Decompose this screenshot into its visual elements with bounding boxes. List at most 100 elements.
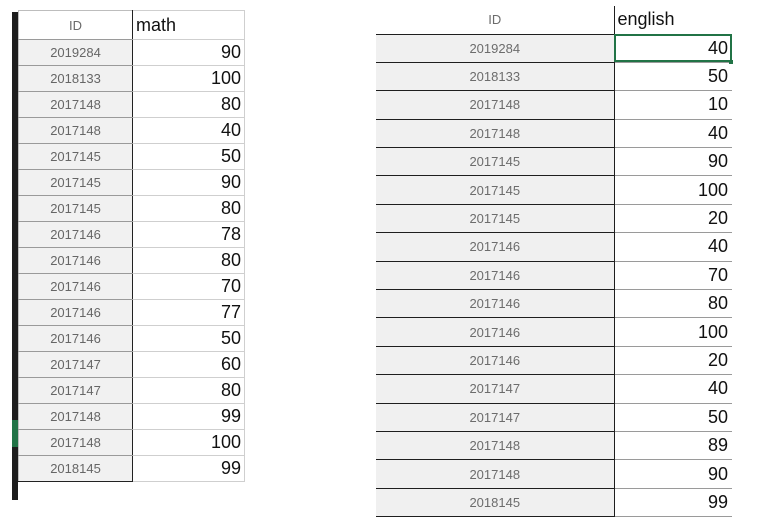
table-row: 2018145 99: [376, 488, 732, 518]
id-cell[interactable]: 2017148: [18, 91, 133, 118]
id-cell[interactable]: 2017146: [376, 232, 615, 262]
table-row: 2017146 70: [18, 273, 245, 300]
score-cell[interactable]: 20: [614, 204, 732, 234]
table-row: 2019284 90: [18, 39, 245, 66]
id-cell[interactable]: 2017146: [18, 325, 133, 352]
table-row: 2017147 80: [18, 377, 245, 404]
score-cell[interactable]: 40: [132, 117, 245, 144]
id-cell[interactable]: 2017148: [376, 90, 615, 120]
score-cell[interactable]: 70: [132, 273, 245, 300]
score-cell[interactable]: 99: [614, 488, 732, 518]
english-table: ID english 2019284 40 2018133 50 2017148 10 20…: [376, 6, 733, 518]
id-cell[interactable]: 2017146: [376, 261, 615, 291]
id-cell[interactable]: 2017147: [18, 377, 133, 404]
score-cell[interactable]: 99: [132, 455, 245, 482]
math-table: ID math 2019284 90 2018133 100 2017148 80 2017…: [18, 10, 245, 482]
score-cell[interactable]: 90: [132, 39, 245, 66]
id-cell[interactable]: 2017145: [376, 147, 615, 177]
score-cell[interactable]: 60: [132, 351, 245, 378]
id-cell[interactable]: 2017148: [376, 431, 615, 461]
table-row: 2017145 100: [376, 175, 732, 205]
math-value-header[interactable]: math: [132, 10, 245, 40]
score-cell[interactable]: 90: [132, 169, 245, 196]
id-cell[interactable]: 2017146: [18, 221, 133, 248]
score-cell[interactable]: 40: [614, 119, 732, 149]
score-cell[interactable]: 40: [614, 232, 732, 262]
id-cell[interactable]: 2017147: [18, 351, 133, 378]
table-row: 2017148 10: [376, 90, 732, 120]
table-row: 2017145 80: [18, 195, 245, 222]
table-row: 2018145 99: [18, 455, 245, 482]
score-cell[interactable]: 100: [132, 65, 245, 92]
table-row: 2017146 70: [376, 261, 732, 291]
id-cell[interactable]: 2017146: [18, 299, 133, 326]
score-cell[interactable]: 40: [614, 374, 732, 404]
score-cell[interactable]: 50: [132, 325, 245, 352]
score-cell[interactable]: 10: [614, 90, 732, 120]
id-cell[interactable]: 2017148: [18, 117, 133, 144]
table-row: 2017147 50: [376, 403, 732, 432]
score-cell[interactable]: 100: [614, 317, 732, 347]
score-cell[interactable]: 89: [614, 431, 732, 461]
score-cell[interactable]: 80: [132, 377, 245, 404]
table-row: 2017146 78: [18, 221, 245, 248]
score-cell[interactable]: 50: [614, 403, 732, 432]
table-row: 2017146 50: [18, 325, 245, 352]
score-cell[interactable]: 100: [132, 429, 245, 456]
id-cell[interactable]: 2018133: [18, 65, 133, 92]
table-row: 2017146 80: [376, 289, 732, 319]
id-cell[interactable]: 2017147: [376, 403, 615, 432]
score-cell[interactable]: 100: [614, 175, 732, 205]
id-cell[interactable]: 2017148: [18, 403, 133, 430]
selected-score-cell[interactable]: 40: [614, 34, 733, 64]
id-cell[interactable]: 2017145: [376, 175, 615, 205]
id-cell[interactable]: 2017146: [18, 273, 133, 300]
table-row: 2017148 100: [18, 429, 245, 456]
id-cell[interactable]: 2017145: [18, 195, 133, 222]
english-sheet: ID english 2019284 40 2018133 50 2017148 10 20…: [376, 6, 736, 518]
score-cell[interactable]: 80: [614, 289, 732, 319]
table-row: 2017147 40: [376, 374, 732, 404]
id-cell[interactable]: 2019284: [376, 34, 615, 63]
id-cell[interactable]: 2018145: [376, 488, 615, 518]
score-cell[interactable]: 20: [614, 346, 732, 376]
score-cell[interactable]: 50: [614, 62, 732, 92]
score-cell[interactable]: 70: [614, 261, 732, 291]
id-cell[interactable]: 2018133: [376, 62, 615, 92]
english-value-header[interactable]: english: [614, 6, 732, 35]
id-cell[interactable]: 2017146: [376, 317, 615, 347]
score-cell[interactable]: 78: [132, 221, 245, 248]
score-cell[interactable]: 77: [132, 299, 245, 326]
table-row: 2017148 99: [18, 403, 245, 430]
math-id-header[interactable]: ID: [18, 10, 133, 40]
id-cell[interactable]: 2017148: [18, 429, 133, 456]
id-cell[interactable]: 2017145: [18, 143, 133, 170]
table-row: 2017146 100: [376, 317, 732, 347]
score-cell[interactable]: 50: [132, 143, 245, 170]
id-cell[interactable]: 2017146: [18, 247, 133, 274]
id-cell[interactable]: 2017148: [376, 459, 615, 489]
table-row: 2018133 100: [18, 65, 245, 92]
id-cell[interactable]: 2017147: [376, 374, 615, 404]
score-cell[interactable]: 80: [132, 91, 245, 118]
table-row: 2017145 20: [376, 204, 732, 234]
table-row: 2017147 60: [18, 351, 245, 378]
id-cell[interactable]: 2017146: [376, 346, 615, 376]
table-row: 2017146 20: [376, 346, 732, 376]
score-cell[interactable]: 80: [132, 195, 245, 222]
score-cell[interactable]: 90: [614, 459, 732, 489]
score-cell[interactable]: 90: [614, 147, 732, 177]
id-cell[interactable]: 2017145: [376, 204, 615, 234]
table-row: 2017146 40: [376, 232, 732, 262]
id-cell[interactable]: 2017146: [376, 289, 615, 319]
id-cell[interactable]: 2019284: [18, 39, 133, 66]
english-id-header[interactable]: ID: [376, 6, 615, 35]
table-row: 2017146 77: [18, 299, 245, 326]
score-cell[interactable]: 80: [132, 247, 245, 274]
table-row: 2017145 50: [18, 143, 245, 170]
id-cell[interactable]: 2017148: [376, 119, 615, 149]
id-cell[interactable]: 2018145: [18, 455, 133, 482]
id-cell[interactable]: 2017145: [18, 169, 133, 196]
table-row: 2018133 50: [376, 62, 732, 92]
score-cell[interactable]: 99: [132, 403, 245, 430]
